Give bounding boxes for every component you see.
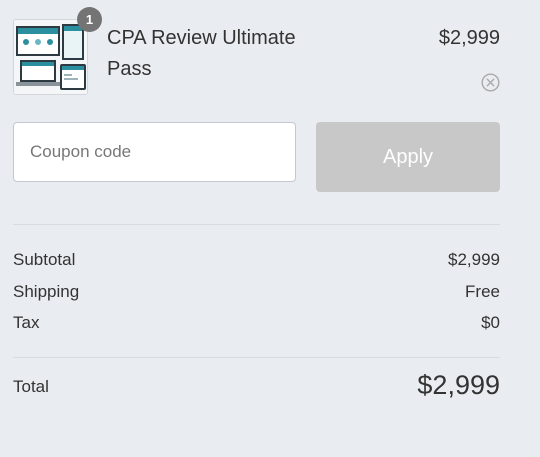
total-value: $2,999 [417, 370, 500, 400]
total-label: Total [13, 377, 49, 396]
quantity-badge: 1 [77, 7, 102, 32]
subtotal-label: Subtotal [13, 250, 76, 269]
product-thumbnail [13, 19, 88, 95]
product-name: CPA Review Ultimate Pass [107, 27, 296, 80]
divider [13, 224, 500, 225]
apply-coupon-button[interactable]: Apply [316, 122, 500, 192]
shipping-label: Shipping [13, 282, 80, 301]
product-price: $2,999 [438, 27, 500, 49]
divider [13, 357, 500, 358]
close-circle-icon[interactable] [481, 73, 500, 92]
subtotal-value: $2,999 [448, 250, 500, 269]
order-summary: 1 CPA Review Ultimate Pass $2,999 Apply … [0, 0, 540, 457]
tax-value: $0 [481, 313, 500, 332]
tax-label: Tax [13, 313, 40, 332]
shipping-value: Free [465, 282, 500, 301]
coupon-code-input[interactable] [13, 122, 296, 182]
